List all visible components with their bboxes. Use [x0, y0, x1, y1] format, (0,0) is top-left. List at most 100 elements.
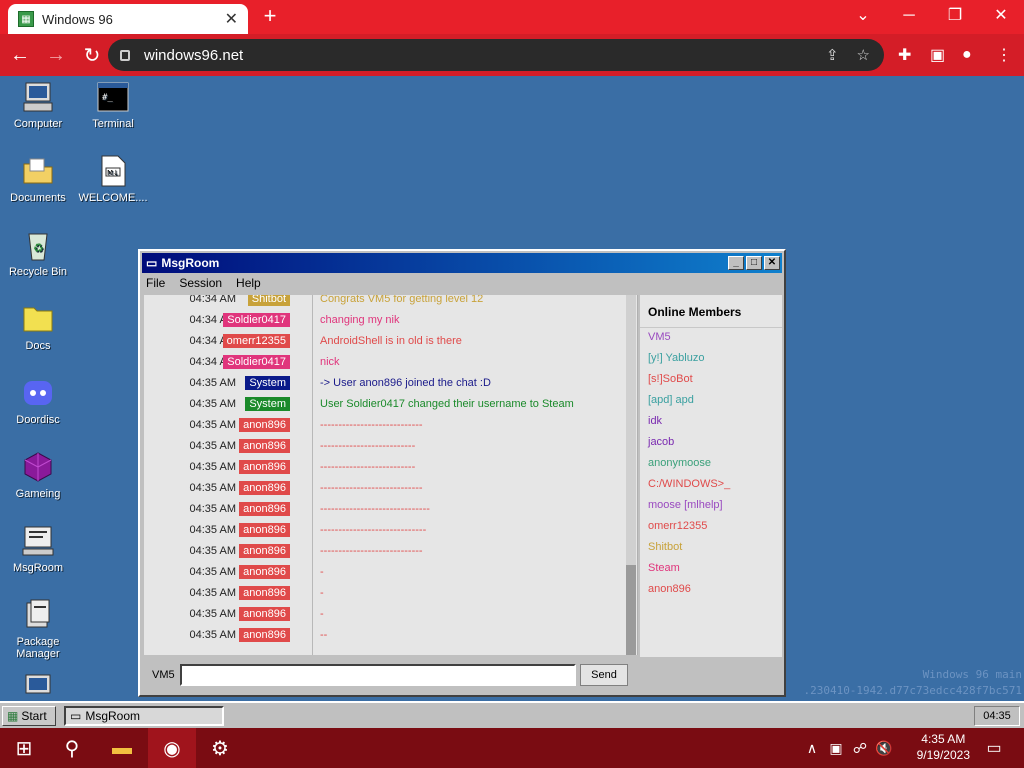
start-button[interactable]: ▦ Start — [2, 706, 56, 726]
message-username[interactable]: anon896 — [239, 459, 290, 474]
search-icon[interactable]: ⚲ — [48, 728, 96, 768]
message-username[interactable]: Shitbot — [247, 295, 290, 306]
message-username[interactable]: System — [245, 396, 290, 411]
desktop-icon-gameing[interactable]: Gameing — [0, 450, 76, 500]
desktop-icon-recycle-bin[interactable]: ♻ Recycle Bin — [0, 228, 76, 278]
scrollbar-thumb[interactable] — [626, 565, 636, 655]
new-tab-button[interactable]: + — [258, 4, 282, 28]
url-text: windows96.net — [144, 46, 244, 64]
volume-muted-icon[interactable]: 🔇 — [872, 728, 896, 768]
desktop-icon-package-manager[interactable]: Package Manager — [0, 598, 76, 660]
message-time: 04:35 AM — [189, 439, 236, 452]
extensions-icon[interactable]: ✚ — [898, 34, 911, 76]
back-button[interactable]: ← — [4, 39, 36, 71]
message-input[interactable] — [180, 664, 576, 686]
message-username[interactable]: System — [245, 375, 290, 390]
member-item[interactable]: anonymoose — [648, 457, 711, 469]
member-item[interactable]: C:/WINDOWS>_ — [648, 478, 730, 490]
message-time: 04:35 AM — [189, 523, 236, 536]
message-username[interactable]: anon896 — [239, 438, 290, 453]
member-item[interactable]: [s!]SoBot — [648, 373, 693, 385]
desktop-icon-msgroom[interactable]: MsgRoom — [0, 524, 76, 574]
message-text: Congrats VM5 for getting level 12 — [320, 295, 484, 305]
folder-icon — [21, 302, 55, 336]
desktop-icon-label: Docs — [25, 340, 51, 352]
desktop-icon-label: MsgRoom — [12, 562, 64, 574]
reload-button[interactable]: ↻ — [76, 39, 108, 71]
chrome-icon[interactable]: ◉ — [148, 728, 196, 768]
member-item[interactable]: moose [mlhelp] — [648, 499, 723, 511]
svg-text:♻: ♻ — [33, 241, 44, 255]
member-item[interactable]: [apd] apd — [648, 394, 694, 406]
show-hidden-icons-icon[interactable]: ∧ — [800, 728, 824, 768]
forward-button[interactable]: → — [40, 39, 72, 71]
message-username[interactable]: omerr12355 — [222, 333, 290, 348]
member-item[interactable]: idk — [648, 415, 662, 427]
lock-icon[interactable] — [120, 49, 130, 61]
share-icon[interactable]: ⇪ — [826, 46, 839, 64]
chat-log[interactable]: 04:34 AM Shitbot Congrats VM5 for getting … — [144, 295, 638, 655]
message-username[interactable]: anon896 — [239, 417, 290, 432]
desktop-icon-terminal[interactable]: #_ Terminal — [75, 80, 151, 130]
message-time: 04:35 AM — [189, 586, 236, 599]
message-username[interactable]: anon896 — [239, 627, 290, 642]
window-maximize-button[interactable]: □ — [746, 256, 762, 270]
windows-start-icon[interactable]: ⊞ — [0, 728, 48, 768]
chat-message-row: 04:35 AM anon896 - — [144, 561, 624, 582]
address-bar[interactable]: windows96.net ⇪ ☆ — [108, 39, 884, 71]
bookmark-star-icon[interactable]: ☆ — [857, 46, 870, 64]
close-button[interactable]: ✕ — [978, 4, 1024, 28]
tray-app-icon[interactable]: ▣ — [824, 728, 848, 768]
system-clock[interactable]: 4:35 AM 9/19/2023 — [917, 731, 970, 763]
chat-scrollbar[interactable] — [626, 295, 636, 655]
member-item[interactable]: omerr12355 — [648, 520, 707, 532]
member-item[interactable]: VM5 — [648, 331, 671, 343]
window-close-button[interactable]: ✕ — [764, 256, 780, 270]
message-username[interactable]: anon896 — [239, 606, 290, 621]
desktop-icon-documents[interactable]: Documents — [0, 154, 76, 204]
window-titlebar[interactable]: ▭ MsgRoom _ □ ✕ — [142, 253, 782, 273]
desktop-icon-doordisc[interactable]: Doordisc — [0, 376, 76, 426]
svg-text:M↓: M↓ — [107, 169, 119, 177]
member-item[interactable]: anon896 — [648, 583, 691, 595]
member-item[interactable]: Steam — [648, 562, 680, 574]
menu-help[interactable]: Help — [234, 275, 263, 293]
message-username[interactable]: anon896 — [239, 522, 290, 537]
message-username[interactable]: anon896 — [239, 480, 290, 495]
restore-button[interactable]: ❐ — [932, 4, 978, 28]
chat-message-row: 04:35 AM anon896 -------------------------… — [144, 435, 624, 456]
member-item[interactable]: Shitbot — [648, 541, 682, 553]
tab-search-button[interactable]: ⌄ — [840, 4, 886, 28]
message-username[interactable]: anon896 — [239, 585, 290, 600]
profile-icon[interactable]: ● — [962, 34, 972, 76]
browser-tab-strip: ▦ Windows 96 ✕ + ⌄ ─ ❐ ✕ — [0, 0, 1024, 34]
message-username[interactable]: anon896 — [239, 543, 290, 558]
menu-session[interactable]: Session — [177, 275, 224, 293]
message-username[interactable]: anon896 — [239, 501, 290, 516]
menu-kebab-icon[interactable]: ⋮ — [996, 34, 1012, 76]
message-username[interactable]: Soldier0417 — [223, 354, 290, 369]
notifications-icon[interactable]: ▭ — [970, 728, 1018, 768]
settings-gear-icon[interactable]: ⚙ — [196, 728, 244, 768]
file-explorer-icon[interactable]: ▬ — [98, 728, 146, 768]
chat-message-row: 04:35 AM System User Soldier0417 changed t… — [144, 393, 624, 414]
network-icon[interactable]: ☍ — [848, 728, 872, 768]
message-input-row: VM5 Send — [144, 661, 780, 689]
tab-close-icon[interactable]: ✕ — [225, 9, 238, 29]
message-username[interactable]: Soldier0417 — [223, 312, 290, 327]
message-username[interactable]: anon896 — [239, 564, 290, 579]
desktop-icon-docs[interactable]: Docs — [0, 302, 76, 352]
minimize-button[interactable]: ─ — [886, 4, 932, 28]
menu-file[interactable]: File — [144, 275, 167, 293]
send-button[interactable]: Send — [580, 664, 628, 686]
desktop-icon-partial[interactable] — [0, 672, 76, 700]
desktop-icon-computer[interactable]: Computer — [0, 80, 76, 130]
desktop-icon-welcome[interactable]: M↓ WELCOME.... — [75, 154, 151, 204]
taskbar-item-msgroom[interactable]: ▭ MsgRoom — [64, 706, 224, 726]
member-item[interactable]: jacob — [648, 436, 674, 448]
member-item[interactable]: [y!] Yabluzo — [648, 352, 704, 364]
w96-taskbar: ▦ Start ▭ MsgRoom 04:35 — [0, 701, 1024, 728]
browser-tab[interactable]: ▦ Windows 96 ✕ — [8, 4, 248, 34]
window-minimize-button[interactable]: _ — [728, 256, 744, 270]
side-panel-icon[interactable]: ▣ — [930, 34, 945, 76]
